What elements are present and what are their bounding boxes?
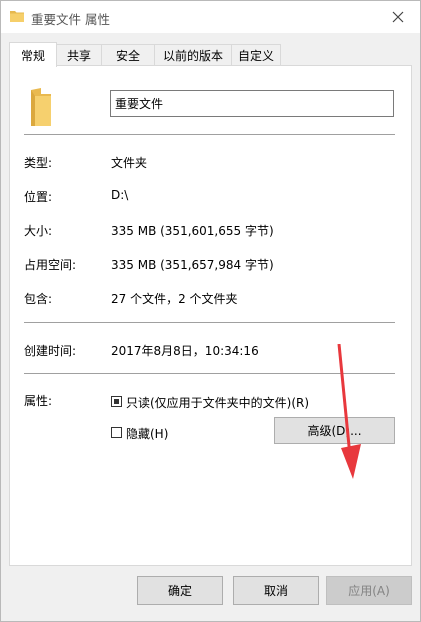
general-panel: 类型: 文件夹 位置: D:\ 大小: 335 MB (351,601,655 …	[9, 65, 412, 566]
close-button[interactable]	[376, 1, 420, 33]
cancel-button[interactable]: 取消	[233, 576, 319, 605]
size-on-disk-value: 335 MB (351,657,984 字节)	[111, 258, 274, 272]
type-value: 文件夹	[111, 156, 148, 170]
tab-customize[interactable]: 自定义	[231, 44, 281, 65]
readonly-label[interactable]: 只读(仅应用于文件夹中的文件)(R)	[126, 394, 309, 411]
tab-security[interactable]: 安全	[101, 44, 155, 65]
contains-label: 包含:	[24, 292, 53, 306]
created-label: 创建时间:	[24, 344, 77, 358]
divider	[24, 134, 395, 135]
tab-general[interactable]: 常规	[9, 42, 57, 67]
attributes-label: 属性:	[24, 394, 53, 408]
divider	[24, 322, 395, 323]
ok-button[interactable]: 确定	[137, 576, 223, 605]
tab-previous-versions[interactable]: 以前的版本	[154, 44, 232, 65]
annotation-arrow-icon	[337, 344, 361, 479]
folder-name-field[interactable]	[110, 90, 394, 117]
readonly-checkbox[interactable]	[111, 396, 122, 407]
size-on-disk-label: 占用空间:	[24, 258, 77, 272]
size-value: 335 MB (351,601,655 字节)	[111, 224, 274, 238]
window-title: 重要文件 属性	[31, 12, 110, 27]
location-label: 位置:	[24, 190, 53, 204]
hidden-checkbox[interactable]	[111, 427, 122, 438]
folder-icon	[31, 88, 51, 126]
close-icon	[392, 11, 404, 23]
contains-value: 27 个文件，2 个文件夹	[111, 292, 238, 306]
created-value: 2017年8月8日，10:34:16	[111, 344, 259, 358]
properties-dialog: 重要文件 属性 常规 共享 安全 以前的版本 自定义 类型: 文件夹 位置: D…	[0, 0, 421, 622]
location-value: D:\	[111, 188, 129, 202]
title-bar[interactable]: 重要文件 属性	[1, 1, 420, 33]
apply-button[interactable]: 应用(A)	[326, 576, 412, 605]
type-label: 类型:	[24, 156, 53, 170]
hidden-label[interactable]: 隐藏(H)	[126, 425, 168, 442]
tab-sharing[interactable]: 共享	[56, 44, 102, 65]
folder-icon	[10, 11, 24, 22]
size-label: 大小:	[24, 224, 53, 238]
